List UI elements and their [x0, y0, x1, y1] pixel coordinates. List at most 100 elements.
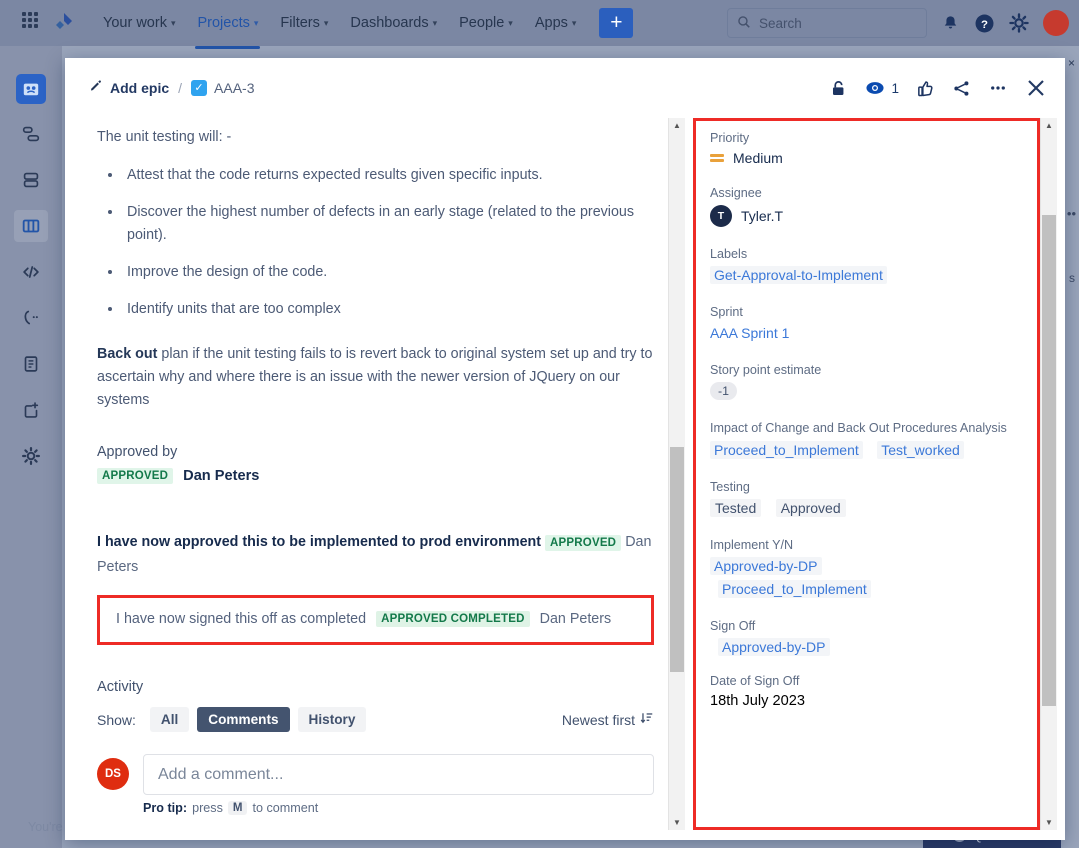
sidebar-item-releases[interactable] [14, 302, 48, 334]
add-epic-label: Add epic [110, 80, 169, 96]
add-comment-row: DS Add a comment... [97, 754, 654, 795]
implement-link[interactable]: Proceed_to_Implement [718, 580, 871, 598]
sidebar-item-project-settings[interactable] [14, 440, 48, 472]
jira-logo-icon[interactable] [52, 11, 76, 35]
impact-link[interactable]: Proceed_to_Implement [710, 441, 863, 459]
approver-name: Dan Peters [183, 468, 259, 484]
sign-off-link[interactable]: Approved-by-DP [718, 638, 830, 656]
modal-body: The unit testing will: - Attest that the… [65, 118, 1065, 840]
search-placeholder: Search [759, 16, 802, 31]
testing-value[interactable]: Approved [776, 499, 846, 517]
story-point-value: -1 [710, 382, 737, 400]
share-icon[interactable] [952, 79, 971, 98]
nav-apps[interactable]: Apps ▾ [524, 9, 588, 37]
top-navigation-bar: Your work ▾ Projects ▾ Filters ▾ Dashboa… [0, 0, 1079, 46]
field-label: Impact of Change and Back Out Procedures… [710, 420, 1023, 436]
tab-history[interactable]: History [298, 707, 367, 732]
field-value[interactable]: -1 [710, 382, 1023, 400]
sidebar-item-board[interactable] [14, 210, 48, 242]
nav-people[interactable]: People ▾ [448, 9, 524, 37]
thumbs-up-icon[interactable] [916, 79, 935, 98]
nav-your-work[interactable]: Your work ▾ [92, 9, 186, 37]
more-options-icon[interactable] [988, 78, 1008, 98]
field-implement-yn: Implement Y/N Approved-by-DP Proceed_to_… [710, 538, 1023, 599]
nav-dashboards-label: Dashboards [350, 15, 428, 31]
field-sprint: Sprint AAA Sprint 1 [710, 305, 1023, 343]
breadcrumb: Add epic / ✓ AAA-3 [89, 80, 254, 97]
search-input[interactable]: Search [727, 8, 927, 38]
close-icon[interactable] [1025, 77, 1047, 99]
details-scrollbar[interactable]: ▲ ▼ [1040, 118, 1057, 830]
scrollbar-thumb[interactable] [1042, 215, 1056, 706]
field-label: Assignee [710, 186, 1023, 200]
background-text-glyph: s [1069, 271, 1075, 285]
field-label: Sprint [710, 305, 1023, 319]
label-link[interactable]: Get-Approval-to-Implement [710, 266, 887, 284]
sidebar-item-project-avatar[interactable] [16, 74, 46, 104]
user-avatar[interactable] [1043, 10, 1069, 36]
avatar: T [710, 205, 732, 227]
sidebar-item-pages[interactable] [14, 348, 48, 380]
tab-all[interactable]: All [150, 707, 189, 732]
bell-icon[interactable] [941, 14, 960, 33]
field-labels: Labels Get-Approval-to-Implement [710, 247, 1023, 285]
impact-link[interactable]: Test_worked [877, 441, 964, 459]
sidebar-item-backlog[interactable] [14, 164, 48, 196]
modal-header: Add epic / ✓ AAA-3 1 [65, 58, 1065, 118]
nav-dashboards[interactable]: Dashboards ▾ [339, 9, 448, 37]
sidebar-item-roadmap[interactable] [14, 118, 48, 150]
implement-link[interactable]: Approved-by-DP [710, 557, 822, 575]
scrollbar-track[interactable] [1041, 133, 1057, 815]
field-label: Story point estimate [710, 363, 1023, 377]
app-switcher-grid-icon[interactable] [22, 12, 44, 34]
field-value: Proceed_to_Implement Test_worked [710, 441, 1023, 460]
field-label: Priority [710, 131, 1023, 145]
assignee-name: Tyler.T [741, 208, 783, 224]
testing-value[interactable]: Tested [710, 499, 761, 517]
list-item: Improve the design of the code. [123, 261, 654, 284]
sidebar-item-add[interactable] [14, 394, 48, 426]
scroll-down-arrow[interactable]: ▼ [1045, 815, 1053, 830]
nav-projects[interactable]: Projects ▾ [186, 9, 269, 37]
breadcrumb-issue-key[interactable]: ✓ AAA-3 [191, 80, 254, 96]
field-impact-of-change: Impact of Change and Back Out Procedures… [710, 420, 1023, 460]
watch-button[interactable]: 1 [865, 78, 899, 98]
create-button[interactable]: + [599, 8, 633, 38]
field-value[interactable]: T Tyler.T [710, 205, 1023, 227]
nav-your-work-label: Your work [103, 15, 167, 31]
field-assignee: Assignee T Tyler.T [710, 186, 1023, 227]
scroll-up-arrow[interactable]: ▲ [1045, 118, 1053, 133]
add-epic-button[interactable]: Add epic [89, 80, 169, 97]
scroll-down-arrow[interactable]: ▼ [673, 815, 681, 830]
issue-content-scroll-area: The unit testing will: - Attest that the… [73, 118, 668, 830]
sprint-link[interactable]: AAA Sprint 1 [710, 324, 793, 342]
top-nav-right-group: Search ? [727, 8, 1069, 38]
chevron-down-icon: ▾ [254, 18, 259, 29]
sidebar-item-code[interactable] [14, 256, 48, 288]
priority-medium-icon [710, 154, 724, 162]
scrollbar-thumb[interactable] [670, 447, 684, 672]
sort-order-button[interactable]: Newest first [562, 711, 654, 728]
issue-content-column: The unit testing will: - Attest that the… [73, 118, 685, 830]
help-icon[interactable]: ? [974, 13, 995, 34]
field-value[interactable]: Medium [710, 150, 1023, 166]
backout-label: Back out [97, 346, 157, 362]
comment-input[interactable]: Add a comment... [143, 754, 654, 795]
show-label: Show: [97, 712, 136, 728]
field-value: Proceed_to_Implement [718, 580, 1023, 599]
nav-filters[interactable]: Filters ▾ [269, 9, 339, 37]
field-value: AAA Sprint 1 [710, 324, 1023, 343]
content-scrollbar[interactable]: ▲ ▼ [668, 118, 685, 830]
gear-icon[interactable] [1009, 13, 1029, 33]
unlock-icon[interactable] [829, 79, 848, 98]
svg-text:?: ? [981, 18, 988, 30]
tab-comments[interactable]: Comments [197, 707, 289, 732]
scroll-up-arrow[interactable]: ▲ [673, 118, 681, 133]
chevron-down-icon: ▾ [324, 18, 329, 29]
scrollbar-track[interactable] [669, 133, 685, 815]
pro-tip-key: M [228, 801, 248, 815]
backout-paragraph: Back out plan if the unit testing fails … [97, 343, 654, 413]
field-label: Date of Sign Off [710, 674, 1023, 688]
task-check-icon: ✓ [191, 80, 207, 96]
date-of-sign-off-value[interactable]: 18th July 2023 [710, 693, 1023, 709]
